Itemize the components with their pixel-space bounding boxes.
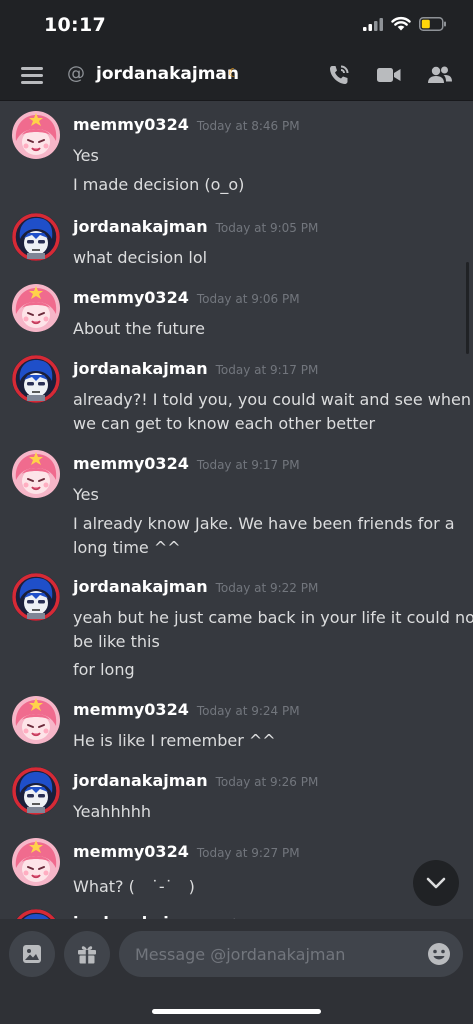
- signal-icon: [363, 17, 383, 31]
- username-text[interactable]: memmy0324: [73, 288, 189, 307]
- username-text[interactable]: jordanakajman: [73, 577, 208, 596]
- status-icons: [363, 16, 447, 31]
- video-call-icon[interactable]: [376, 63, 402, 87]
- battery-icon: [419, 16, 446, 31]
- username[interactable]: memmy0324 Today at 9:06 PM: [73, 288, 300, 307]
- username[interactable]: jordanakajman Today at 9:22 PM: [73, 577, 318, 596]
- username-text[interactable]: memmy0324: [73, 842, 189, 861]
- status-bar: 10:17: [0, 0, 473, 50]
- message-text: yeah but he just came back in your life …: [73, 608, 473, 627]
- attach-image-button[interactable]: [9, 931, 55, 977]
- username-text[interactable]: jordanakajman: [73, 359, 208, 378]
- avatar[interactable]: [12, 111, 60, 159]
- avatar[interactable]: [12, 573, 60, 621]
- message-text: long time ^^: [73, 538, 181, 557]
- username[interactable]: memmy0324 Today at 9:17 PM: [73, 454, 300, 473]
- gift-button[interactable]: [64, 931, 110, 977]
- username-text[interactable]: jordanakajman: [73, 771, 208, 790]
- message-text: I made decision (o_o): [73, 175, 245, 194]
- avatar[interactable]: [12, 909, 60, 919]
- username[interactable]: jordanakajman Today at 9:26 PM: [73, 771, 318, 790]
- message-input-container[interactable]: [119, 931, 463, 977]
- gift-icon: [78, 946, 96, 964]
- message-input[interactable]: [135, 931, 425, 977]
- members-icon[interactable]: [427, 63, 453, 87]
- timestamp: Today at 8:46 PM: [196, 119, 300, 133]
- timestamp: Today at 9:17 PM: [215, 363, 319, 377]
- header-actions: [327, 63, 453, 87]
- menu-icon[interactable]: [21, 67, 43, 84]
- composer-bar: [0, 919, 473, 1024]
- channel-header: @ jordanakajman ☾: [0, 50, 473, 101]
- timestamp: Today at 9:27 PM: [196, 846, 300, 860]
- chevron-down-icon: [426, 877, 446, 889]
- message-text: for long: [73, 660, 135, 679]
- home-indicator: [152, 1009, 321, 1014]
- at-icon: @: [67, 63, 85, 84]
- username[interactable]: jordanakajman Today at 9:17 PM: [73, 359, 318, 378]
- username[interactable]: memmy0324 Today at 9:27 PM: [73, 842, 300, 861]
- username-text[interactable]: memmy0324: [73, 700, 189, 719]
- message-text: I already know Jake. We have been friend…: [73, 514, 455, 533]
- timestamp: Today at 9:24 PM: [196, 704, 300, 718]
- timestamp: Today at 9:22 PM: [215, 581, 319, 595]
- message-list[interactable]: memmy0324 Today at 8:46 PM Yes I made decis…: [0, 101, 473, 919]
- username[interactable]: memmy0324 Today at 8:46 PM: [73, 115, 300, 134]
- message-text: already?! I told you, you could wait and…: [73, 390, 471, 409]
- idle-status-icon: ☾: [228, 66, 239, 80]
- username-text[interactable]: memmy0324: [73, 115, 189, 134]
- message-text: He is like I remember ^^: [73, 731, 276, 750]
- timestamp: Today at 9:06 PM: [196, 292, 300, 306]
- wifi-icon: [391, 17, 411, 31]
- message-text: Yes: [73, 485, 99, 504]
- channel-title[interactable]: jordanakajman: [96, 64, 239, 84]
- avatar[interactable]: [12, 450, 60, 498]
- username[interactable]: jordanakajman Today at 9:05 PM: [73, 217, 318, 236]
- voice-call-icon[interactable]: [327, 63, 351, 87]
- emoji-icon[interactable]: [427, 942, 451, 966]
- timestamp: Today at 9:26 PM: [215, 775, 319, 789]
- avatar[interactable]: [12, 284, 60, 332]
- message-text: Yes: [73, 146, 99, 165]
- avatar[interactable]: [12, 213, 60, 261]
- message-text: we can get to know each other better: [73, 414, 376, 433]
- avatar[interactable]: [12, 838, 60, 886]
- timestamp: Today at 9:05 PM: [215, 221, 319, 235]
- avatar[interactable]: [12, 355, 60, 403]
- timestamp: Today at 9:17 PM: [196, 458, 300, 472]
- username-text[interactable]: memmy0324: [73, 454, 189, 473]
- message-text: Yeahhhhh: [73, 802, 151, 821]
- image-icon: [23, 945, 41, 963]
- scrollbar[interactable]: [466, 262, 469, 354]
- message-text: be like this: [73, 632, 160, 651]
- jump-to-present-button[interactable]: [413, 860, 459, 906]
- username[interactable]: memmy0324 Today at 9:24 PM: [73, 700, 300, 719]
- avatar[interactable]: [12, 696, 60, 744]
- message-text: what decision lol: [73, 248, 208, 267]
- username-text[interactable]: jordanakajman: [73, 217, 208, 236]
- clock: 10:17: [44, 14, 106, 36]
- avatar[interactable]: [12, 767, 60, 815]
- message-text: About the future: [73, 319, 205, 338]
- message-text: What? ( ˙-˙ ): [73, 877, 195, 896]
